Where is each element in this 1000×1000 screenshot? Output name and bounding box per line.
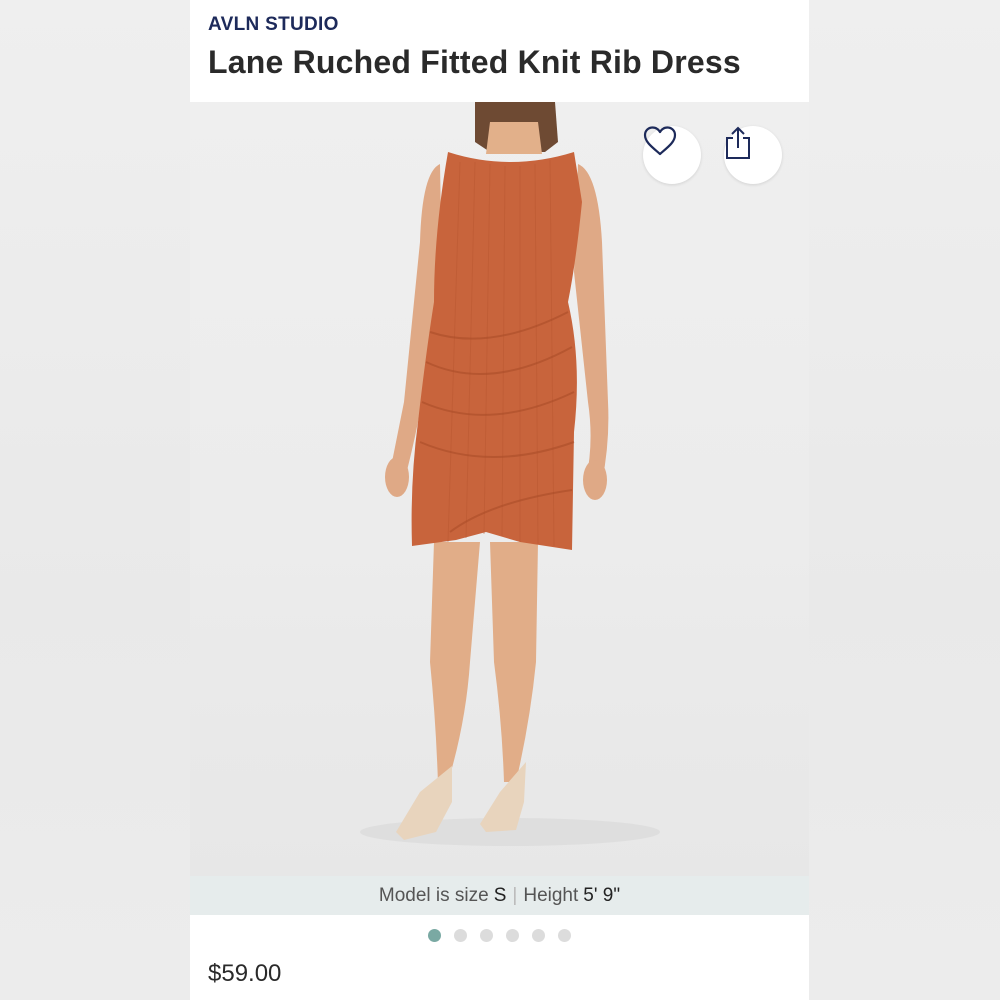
right-leg — [490, 542, 538, 782]
carousel-dot[interactable] — [480, 929, 493, 942]
background-right — [809, 0, 1000, 1000]
model-height-label: Height — [523, 884, 579, 906]
neck — [486, 122, 542, 154]
product-page: AVLN STUDIO Lane Ruched Fitted Knit Rib … — [190, 0, 809, 1000]
brand-name[interactable]: AVLN STUDIO — [208, 14, 339, 36]
product-title: Lane Ruched Fitted Knit Rib Dress — [208, 44, 741, 80]
right-hand — [583, 460, 607, 500]
model-size-label: Model is size — [378, 884, 489, 906]
model-info-separator: | — [512, 884, 518, 906]
left-hand — [385, 457, 409, 497]
left-leg — [430, 542, 480, 784]
model-size-value: S — [493, 884, 507, 906]
carousel-dots — [190, 929, 809, 943]
favorite-button[interactable] — [643, 126, 701, 184]
product-price: $59.00 — [208, 960, 282, 987]
product-image[interactable] — [190, 102, 809, 876]
carousel-dot[interactable] — [428, 929, 441, 942]
model-height-value: 5' 9" — [583, 884, 621, 906]
model-photo-illustration — [360, 102, 660, 846]
background-left — [0, 0, 190, 1000]
model-info-bar: Model is size S | Height 5' 9" — [190, 876, 809, 915]
share-button[interactable] — [724, 126, 782, 184]
carousel-dot[interactable] — [506, 929, 519, 942]
carousel-dot[interactable] — [558, 929, 571, 942]
carousel-dot[interactable] — [454, 929, 467, 942]
carousel-dot[interactable] — [532, 929, 545, 942]
